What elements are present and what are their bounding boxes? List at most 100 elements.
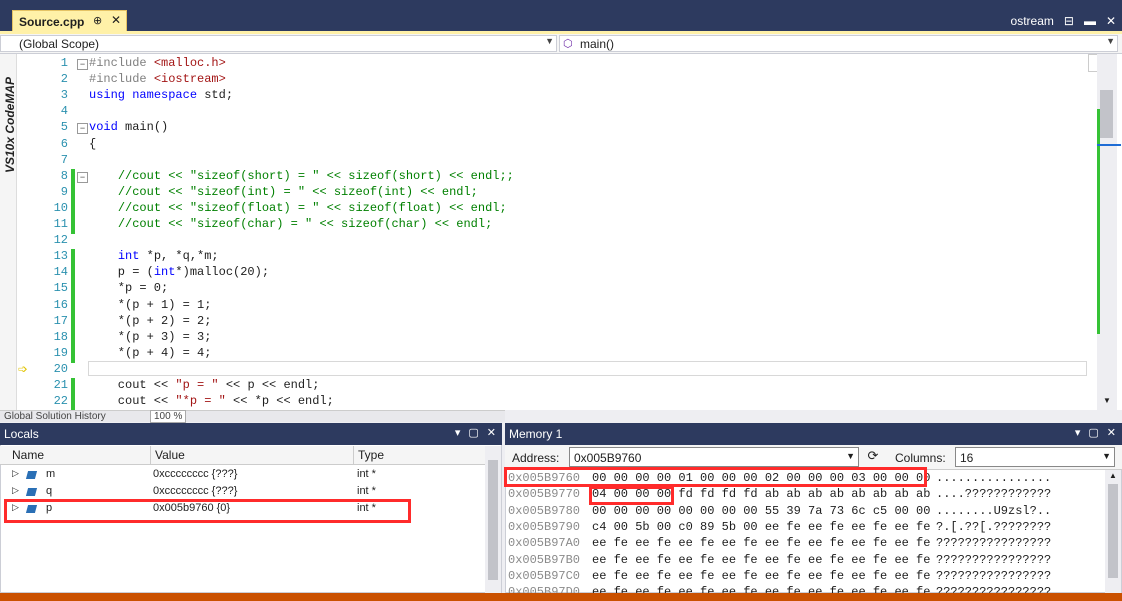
code-line[interactable]: //cout << "sizeof(short) = " << sizeof(s… bbox=[89, 169, 514, 183]
memory-hex[interactable]: 00 00 00 00 00 00 00 00 55 39 7a 73 6c c… bbox=[592, 504, 930, 518]
expand-icon[interactable]: ▷ bbox=[12, 468, 19, 479]
window-position-icon[interactable]: ▾ bbox=[1075, 426, 1081, 439]
code-line[interactable]: #include <iostream> bbox=[89, 72, 226, 86]
method-icon: ⬡ bbox=[563, 38, 573, 50]
code-line[interactable]: *(p + 1) = 1; bbox=[89, 298, 212, 312]
memory-address: 0x005B97C0 bbox=[508, 568, 581, 583]
memory-row[interactable]: 0x005B9790 c4 00 5b 00 c0 89 5b 00 ee fe … bbox=[508, 520, 1103, 536]
line-number: 20 bbox=[53, 361, 68, 376]
chevron-down-icon[interactable]: ▼ bbox=[846, 451, 855, 461]
line-number: 2 bbox=[60, 72, 68, 87]
column-type[interactable]: Type bbox=[358, 448, 384, 462]
memory-address: 0x005B9780 bbox=[508, 503, 581, 518]
column-value[interactable]: Value bbox=[155, 448, 185, 462]
status-bar bbox=[0, 593, 1122, 601]
locals-column-header: Name Value Type bbox=[0, 446, 485, 465]
memory-ascii[interactable]: ................ bbox=[936, 471, 1051, 485]
code-line[interactable]: //cout << "sizeof(float) = " << sizeof(f… bbox=[89, 201, 507, 215]
code-line[interactable]: cout << "*p = " << *p << endl; bbox=[89, 394, 334, 408]
expand-icon[interactable]: ▷ bbox=[12, 485, 19, 496]
zoom-level[interactable]: 100 % bbox=[150, 410, 187, 423]
line-number: 22 bbox=[53, 394, 68, 409]
memory-address: 0x005B9770 bbox=[508, 487, 581, 502]
code-line[interactable]: cout << "p = " << p << endl; bbox=[89, 378, 320, 392]
line-number: 17 bbox=[53, 313, 68, 328]
maximize-icon[interactable]: ▢ bbox=[468, 426, 478, 439]
maximize-icon[interactable]: ▢ bbox=[1088, 426, 1098, 439]
memory-row[interactable]: 0x005B9780 00 00 00 00 00 00 00 00 55 39 … bbox=[508, 504, 1103, 520]
scrollbar-thumb[interactable] bbox=[1108, 484, 1118, 578]
scroll-down-icon[interactable]: ▼ bbox=[1103, 396, 1111, 405]
dropdown-tabs-icon[interactable]: ▬ bbox=[1084, 14, 1096, 28]
line-number: 6 bbox=[60, 136, 68, 151]
scroll-up-icon[interactable]: ▲ bbox=[1109, 471, 1117, 480]
code-line[interactable]: using namespace std; bbox=[89, 88, 233, 102]
memory-hex[interactable]: c4 00 5b 00 c0 89 5b 00 ee fe ee fe ee f… bbox=[592, 520, 930, 534]
line-number: 10 bbox=[53, 200, 68, 215]
tab-source-cpp[interactable]: Source.cpp ⊕ ✕ bbox=[12, 10, 127, 33]
memory-hex[interactable]: ee fe ee fe ee fe ee fe ee fe ee fe ee f… bbox=[592, 553, 930, 567]
change-bar bbox=[71, 217, 75, 235]
code-line[interactable]: int *p, *q,*m; bbox=[89, 249, 219, 263]
tab-strip-right: ostream ⊟ ▬ ✕ bbox=[1011, 12, 1116, 30]
function-dropdown[interactable]: ⬡ main() ▼ bbox=[559, 35, 1118, 52]
close-preview-icon[interactable]: ✕ bbox=[1106, 14, 1116, 28]
collapse-icon[interactable]: − bbox=[77, 123, 88, 135]
code-line[interactable]: { bbox=[89, 137, 96, 151]
collapse-icon[interactable]: − bbox=[77, 59, 88, 70]
scrollbar-thumb[interactable] bbox=[1100, 90, 1113, 138]
address-label: Address: bbox=[512, 451, 560, 465]
preview-tab-ostream[interactable]: ostream bbox=[1011, 14, 1054, 28]
scope-value: (Global Scope) bbox=[19, 37, 100, 51]
chevron-down-icon[interactable]: ▼ bbox=[1102, 451, 1111, 461]
column-name[interactable]: Name bbox=[12, 448, 44, 462]
memory-row[interactable]: 0x005B97B0 ee fe ee fe ee fe ee fe ee fe … bbox=[508, 553, 1103, 569]
code-line[interactable]: *(p + 2) = 2; bbox=[89, 314, 212, 328]
solution-history-label[interactable]: Global Solution History bbox=[4, 411, 106, 422]
scope-dropdown[interactable]: (Global Scope) ▼ bbox=[0, 35, 557, 52]
memory-hex[interactable]: ee fe ee fe ee fe ee fe ee fe ee fe ee f… bbox=[592, 536, 930, 550]
change-marker bbox=[1097, 109, 1100, 334]
memory-ascii[interactable]: ....???????????? bbox=[936, 487, 1051, 501]
pin-icon[interactable]: ⊕ bbox=[93, 14, 102, 27]
code-line[interactable]: *p = 0; bbox=[89, 281, 168, 295]
window-position-icon[interactable]: ▾ bbox=[455, 426, 461, 439]
var-value[interactable]: 0xcccccccc {???} bbox=[153, 468, 237, 480]
memory-address: 0x005B97A0 bbox=[508, 536, 581, 551]
scrollbar-thumb[interactable] bbox=[488, 460, 498, 580]
line-number: 4 bbox=[60, 104, 68, 119]
editor-scrollbar[interactable]: ▼ bbox=[1097, 54, 1121, 410]
memory-scrollbar[interactable]: ▲ bbox=[1105, 470, 1121, 593]
memory-address: 0x005B9790 bbox=[508, 519, 581, 534]
memory-row[interactable]: 0x005B97C0 ee fe ee fe ee fe ee fe ee fe … bbox=[508, 569, 1103, 585]
code-line[interactable]: //cout << "sizeof(char) = " << sizeof(ch… bbox=[89, 217, 492, 231]
close-tab-icon[interactable]: ✕ bbox=[111, 13, 121, 27]
address-value: 0x005B9760 bbox=[574, 451, 642, 465]
columns-select[interactable]: 16 ▼ bbox=[955, 447, 1115, 467]
memory-row[interactable]: 0x005B97A0 ee fe ee fe ee fe ee fe ee fe … bbox=[508, 536, 1103, 552]
memory-hex[interactable]: ee fe ee fe ee fe ee fe ee fe ee fe ee f… bbox=[592, 569, 930, 583]
locals-row-m[interactable]: ▷ m 0xcccccccc {???} int * bbox=[0, 467, 485, 484]
code-line[interactable]: *(p + 3) = 3; bbox=[89, 330, 212, 344]
address-input[interactable]: 0x005B9760 ▼ bbox=[569, 447, 859, 467]
refresh-icon[interactable]: ⟳ bbox=[864, 448, 882, 466]
code-line[interactable]: #include <malloc.h> bbox=[89, 56, 226, 70]
memory-ascii[interactable]: ???????????????? bbox=[936, 553, 1051, 567]
code-line[interactable]: //cout << "sizeof(int) = " << sizeof(int… bbox=[89, 185, 478, 199]
collapse-icon[interactable]: − bbox=[77, 171, 88, 183]
memory-ascii[interactable]: ???????????????? bbox=[936, 536, 1051, 550]
code-line[interactable]: void main() bbox=[89, 120, 168, 134]
memory-ascii[interactable]: ?.[.??[.???????? bbox=[936, 520, 1051, 534]
close-icon[interactable]: ✕ bbox=[487, 426, 496, 439]
locals-scrollbar[interactable] bbox=[485, 446, 501, 593]
memory-ascii[interactable]: ???????????????? bbox=[936, 569, 1051, 583]
code-line[interactable]: p = (int*)malloc(20); bbox=[89, 265, 269, 279]
var-value[interactable]: 0xcccccccc {???} bbox=[153, 485, 237, 497]
pin-preview-icon[interactable]: ⊟ bbox=[1064, 14, 1074, 28]
memory-ascii[interactable]: ........U9zsl?.. bbox=[936, 504, 1051, 518]
line-number: 8 bbox=[60, 168, 68, 183]
codemap-sidebar[interactable]: VS10x CodeMAP bbox=[0, 54, 17, 410]
code-line[interactable]: *(p + 4) = 4; bbox=[89, 346, 212, 360]
close-icon[interactable]: ✕ bbox=[1107, 426, 1116, 439]
memory-header: Memory 1 ▾ ▢ ✕ bbox=[505, 423, 1122, 445]
